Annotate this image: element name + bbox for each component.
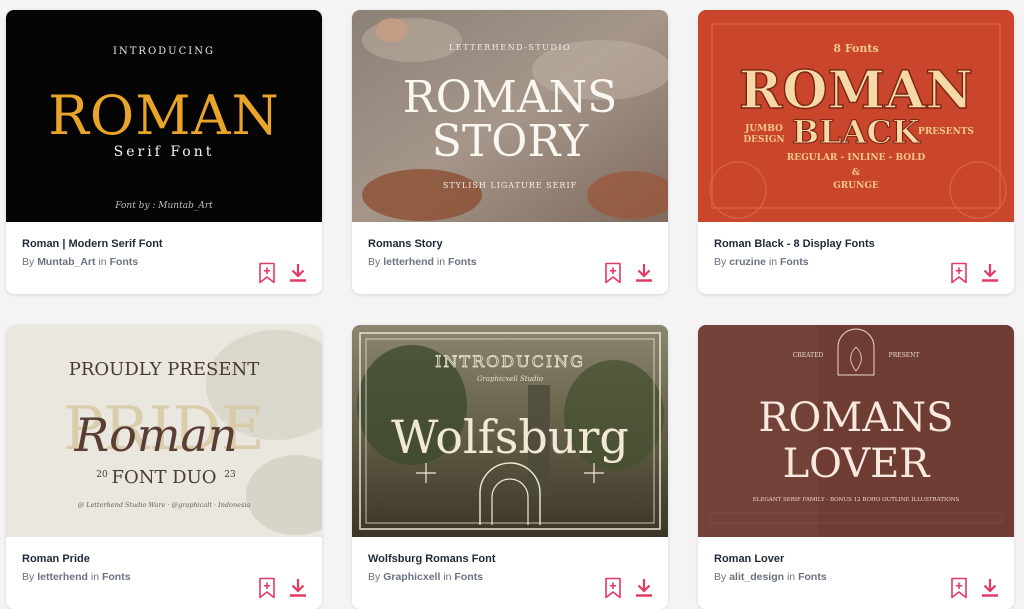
preview-caption: PRESENT xyxy=(889,352,920,359)
preview-caption: INTRODUCING xyxy=(113,46,215,57)
preview-caption: Font by : Muntab_Art xyxy=(114,201,213,211)
preview-caption: INTRODUCING xyxy=(435,352,585,371)
preview-image[interactable]: 8 Fonts ROMAN BLACK JUMBO DESIGN PRESENT… xyxy=(698,10,1014,222)
bookmark-icon[interactable] xyxy=(603,262,623,284)
preview-caption: Roman xyxy=(74,408,238,462)
preview-caption: FONT DUO xyxy=(111,467,216,488)
bookmark-icon[interactable] xyxy=(257,262,277,284)
author-link[interactable]: letterhend xyxy=(37,571,88,583)
preview-caption: @ Letterhend Studio Ware · @graphicalt ·… xyxy=(78,501,251,509)
font-card[interactable]: INTRODUCING ROMAN Serif Font Font by : M… xyxy=(6,10,322,294)
preview-caption: ROMAN xyxy=(48,84,279,147)
download-icon[interactable] xyxy=(288,577,308,599)
preview-image[interactable]: INTRODUCING Graphicxell Studio Wolfsburg xyxy=(352,325,668,537)
category-link[interactable]: Fonts xyxy=(798,571,827,583)
preview-caption: 23 xyxy=(224,470,236,480)
preview-caption: STORY xyxy=(432,116,589,167)
preview-caption: ROMAN xyxy=(739,60,973,121)
preview-caption: JUMBO xyxy=(744,124,783,134)
author-link[interactable]: Muntab_Art xyxy=(37,256,95,268)
card-title[interactable]: Roman Pride xyxy=(22,553,90,565)
author-link[interactable]: alit_design xyxy=(729,571,784,583)
font-card[interactable]: PROUDLY PRESENT PRIDE Roman 20 FONT DUO … xyxy=(6,325,322,609)
preview-caption: Graphicxell Studio xyxy=(477,375,543,383)
preview-caption: ELEGANT SERIF FAMILY - BONUS 12 BOHO OUT… xyxy=(753,497,960,503)
preview-caption: PROUDLY PRESENT xyxy=(69,359,259,380)
preview-image[interactable]: CREATED PRESENT ROMANS LOVER ELEGANT SER… xyxy=(698,325,1014,537)
download-icon[interactable] xyxy=(288,262,308,284)
bookmark-icon[interactable] xyxy=(949,262,969,284)
category-link[interactable]: Fonts xyxy=(780,256,809,268)
download-icon[interactable] xyxy=(980,577,1000,599)
preview-caption: LOVER xyxy=(783,441,932,487)
preview-caption: Serif Font xyxy=(114,144,215,160)
preview-image[interactable]: LETTERHEND-STUDIO ROMANS STORY STYLISH L… xyxy=(352,10,668,222)
preview-caption: STYLISH LIGATURE SERIF xyxy=(443,181,577,190)
preview-caption: REGULAR - INLINE - BOLD xyxy=(787,153,926,163)
preview-caption: GRUNGE xyxy=(833,181,879,191)
bookmark-icon[interactable] xyxy=(603,577,623,599)
category-link[interactable]: Fonts xyxy=(110,256,139,268)
card-title[interactable]: Romans Story xyxy=(368,238,443,250)
category-link[interactable]: Fonts xyxy=(102,571,131,583)
preview-caption: Wolfsburg xyxy=(391,410,629,464)
preview-caption: ROMANS xyxy=(758,395,953,441)
author-link[interactable]: Graphicxell xyxy=(383,571,440,583)
card-byline: By Graphicxell in Fonts xyxy=(368,571,483,583)
card-byline: By cruzine in Fonts xyxy=(714,256,809,268)
card-byline: By Muntab_Art in Fonts xyxy=(22,256,139,268)
bookmark-icon[interactable] xyxy=(257,577,277,599)
bookmark-icon[interactable] xyxy=(949,577,969,599)
preview-image[interactable]: INTRODUCING ROMAN Serif Font Font by : M… xyxy=(6,10,322,222)
preview-caption: 20 xyxy=(96,470,108,480)
card-byline: By letterhend in Fonts xyxy=(368,256,477,268)
author-link[interactable]: cruzine xyxy=(729,256,766,268)
preview-caption: BLACK xyxy=(792,113,921,151)
download-icon[interactable] xyxy=(980,262,1000,284)
category-link[interactable]: Fonts xyxy=(454,571,483,583)
preview-caption: 8 Fonts xyxy=(833,42,878,55)
font-card[interactable]: LETTERHEND-STUDIO ROMANS STORY STYLISH L… xyxy=(352,10,668,294)
card-title[interactable]: Roman | Modern Serif Font xyxy=(22,238,163,250)
preview-caption: CREATED xyxy=(793,352,824,359)
font-card[interactable]: CREATED PRESENT ROMANS LOVER ELEGANT SER… xyxy=(698,325,1014,609)
preview-caption: PRESENTS xyxy=(918,127,974,137)
preview-caption: LETTERHEND-STUDIO xyxy=(449,43,571,52)
card-title[interactable]: Wolfsburg Romans Font xyxy=(368,553,496,565)
download-icon[interactable] xyxy=(634,577,654,599)
preview-caption: & xyxy=(852,168,860,178)
preview-caption: DESIGN xyxy=(743,135,784,145)
card-title[interactable]: Roman Lover xyxy=(714,553,784,565)
preview-image[interactable]: PROUDLY PRESENT PRIDE Roman 20 FONT DUO … xyxy=(6,325,322,537)
download-icon[interactable] xyxy=(634,262,654,284)
font-card[interactable]: 8 Fonts ROMAN BLACK JUMBO DESIGN PRESENT… xyxy=(698,10,1014,294)
font-card[interactable]: INTRODUCING Graphicxell Studio Wolfsburg… xyxy=(352,325,668,609)
category-link[interactable]: Fonts xyxy=(448,256,477,268)
card-byline: By letterhend in Fonts xyxy=(22,571,131,583)
card-byline: By alit_design in Fonts xyxy=(714,571,827,583)
card-title[interactable]: Roman Black - 8 Display Fonts xyxy=(714,238,875,250)
author-link[interactable]: letterhend xyxy=(383,256,434,268)
